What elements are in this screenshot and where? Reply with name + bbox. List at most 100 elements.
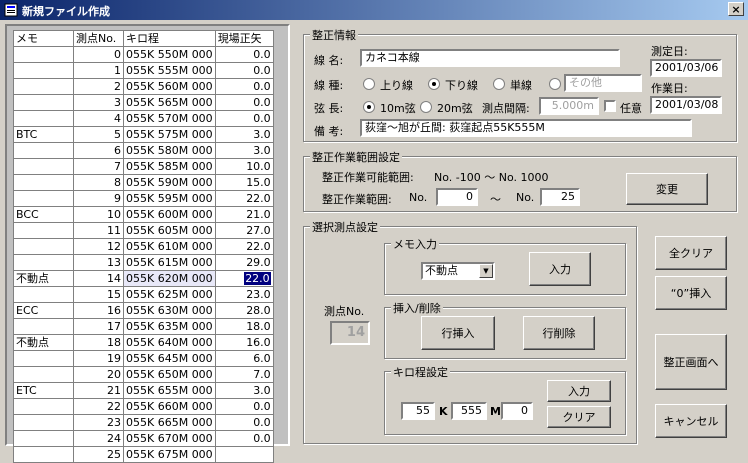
work-date-input[interactable]: 2001/03/08 [650, 96, 722, 114]
table-cell-point-no[interactable]: 15 [73, 286, 124, 303]
table-cell-memo[interactable] [13, 94, 74, 111]
table-row[interactable]: 12 055K 610M 000 22.0 [13, 238, 274, 255]
table-cell-point-no[interactable]: 22 [73, 398, 124, 415]
table-row[interactable]: 不動点 14 055K 620M 000 22.0 [13, 270, 274, 287]
insert-zero-button[interactable]: “0”挿入 [655, 276, 727, 310]
table-cell-versine[interactable]: 10.0 [214, 158, 274, 175]
table-row[interactable]: 23 055K 665M 000 0.0 [13, 414, 274, 431]
table-cell-kilometer[interactable]: 055K 585M 000 [123, 158, 216, 175]
table-row[interactable]: 2 055K 560M 000 0.0 [13, 78, 274, 95]
table-row[interactable]: 13 055K 615M 000 29.0 [13, 254, 274, 271]
table-cell-kilometer[interactable]: 055K 600M 000 [123, 206, 216, 223]
table-cell-memo[interactable]: 不動点 [13, 270, 74, 287]
table-cell-point-no[interactable]: 18 [73, 334, 124, 351]
table-cell-kilometer[interactable]: 055K 655M 000 [123, 382, 216, 399]
to-correction-screen-button[interactable]: 整正画面へ [655, 334, 727, 390]
table-cell-versine[interactable]: 3.0 [214, 382, 274, 399]
table-row[interactable]: 20 055K 650M 000 7.0 [13, 366, 274, 383]
table-cell-kilometer[interactable]: 055K 595M 000 [123, 190, 216, 207]
table-cell-kilometer[interactable]: 055K 560M 000 [123, 78, 216, 95]
table-cell-point-no[interactable]: 9 [73, 190, 124, 207]
table-cell-versine[interactable]: 0.0 [214, 110, 274, 127]
table-cell-kilometer[interactable]: 055K 555M 000 [123, 62, 216, 79]
line-down-radio[interactable] [428, 78, 440, 90]
table-row[interactable]: 19 055K 645M 000 6.0 [13, 350, 274, 367]
table-cell-versine[interactable]: 28.0 [214, 302, 274, 319]
table-cell-versine[interactable]: 22.0 [214, 238, 274, 255]
remark-input[interactable]: 荻窪～旭が丘間: 荻窪起点55K555M [360, 119, 692, 137]
interval-input[interactable]: 5.000m [539, 97, 599, 115]
table-row[interactable]: 6 055K 580M 000 3.0 [13, 142, 274, 159]
chord-20-radio[interactable] [420, 101, 432, 113]
line-up-radio[interactable] [363, 78, 375, 90]
table-cell-versine[interactable]: 7.0 [214, 366, 274, 383]
header-memo[interactable]: メモ [13, 30, 74, 47]
table-cell-point-no[interactable]: 7 [73, 158, 124, 175]
table-row[interactable]: 17 055K 635M 000 18.0 [13, 318, 274, 335]
chord-10-radio[interactable] [363, 101, 375, 113]
line-other-radio[interactable] [549, 78, 561, 90]
cancel-button[interactable]: キャンセル [655, 404, 727, 438]
table-row[interactable]: ETC 21 055K 655M 000 3.0 [13, 382, 274, 399]
table-cell-kilometer[interactable]: 055K 610M 000 [123, 238, 216, 255]
table-cell-point-no[interactable]: 0 [73, 46, 124, 63]
memo-input-button[interactable]: 入力 [529, 252, 591, 286]
table-cell-versine[interactable]: 0.0 [214, 46, 274, 63]
optional-checkbox[interactable] [604, 100, 616, 112]
table-row[interactable]: 22 055K 660M 000 0.0 [13, 398, 274, 415]
table-cell-versine[interactable]: 18.0 [214, 318, 274, 335]
table-cell-kilometer[interactable]: 055K 615M 000 [123, 254, 216, 271]
table-cell-memo[interactable] [13, 318, 74, 335]
table-cell-kilometer[interactable]: 055K 665M 000 [123, 414, 216, 431]
table-cell-kilometer[interactable]: 055K 570M 000 [123, 110, 216, 127]
memo-select[interactable]: 不動点 ▼ [421, 262, 495, 280]
table-row[interactable]: BTC 5 055K 575M 000 3.0 [13, 126, 274, 143]
table-cell-memo[interactable] [13, 62, 74, 79]
table-cell-versine[interactable]: 3.0 [214, 126, 274, 143]
line-name-input[interactable]: カネコ本線 [360, 49, 620, 67]
table-cell-kilometer[interactable]: 055K 605M 000 [123, 222, 216, 239]
table-cell-versine[interactable]: 29.0 [214, 254, 274, 271]
table-cell-point-no[interactable]: 1 [73, 62, 124, 79]
km-k-input[interactable]: 55 [401, 402, 435, 420]
table-row[interactable]: ECC 16 055K 630M 000 28.0 [13, 302, 274, 319]
table-cell-point-no[interactable]: 3 [73, 94, 124, 111]
table-cell-versine[interactable]: 22.0 [214, 270, 274, 287]
table-cell-memo[interactable] [13, 286, 74, 303]
table-row[interactable]: 4 055K 570M 000 0.0 [13, 110, 274, 127]
table-cell-versine[interactable]: 0.0 [214, 414, 274, 431]
table-cell-point-no[interactable]: 10 [73, 206, 124, 223]
table-cell-memo[interactable] [13, 238, 74, 255]
km-input-button[interactable]: 入力 [547, 380, 611, 402]
table-cell-memo[interactable] [13, 254, 74, 271]
table-cell-kilometer[interactable]: 055K 660M 000 [123, 398, 216, 415]
table-cell-kilometer[interactable]: 055K 565M 000 [123, 94, 216, 111]
table-cell-versine[interactable]: 27.0 [214, 222, 274, 239]
table-cell-point-no[interactable]: 4 [73, 110, 124, 127]
table-cell-kilometer[interactable]: 055K 620M 000 [123, 270, 216, 287]
table-cell-point-no[interactable]: 17 [73, 318, 124, 335]
all-clear-button[interactable]: 全クリア [655, 236, 727, 270]
table-cell-kilometer[interactable]: 055K 630M 000 [123, 302, 216, 319]
table-row[interactable]: 7 055K 585M 000 10.0 [13, 158, 274, 175]
table-cell-versine[interactable]: 16.0 [214, 334, 274, 351]
table-cell-memo[interactable]: BTC [13, 126, 74, 143]
km-mm-input[interactable]: 0 [501, 402, 533, 420]
table-cell-versine[interactable]: 23.0 [214, 286, 274, 303]
table-cell-memo[interactable] [13, 46, 74, 63]
table-cell-memo[interactable] [13, 398, 74, 415]
table-cell-point-no[interactable]: 6 [73, 142, 124, 159]
table-row[interactable]: 11 055K 605M 000 27.0 [13, 222, 274, 239]
table-cell-kilometer[interactable]: 055K 550M 000 [123, 46, 216, 63]
table-cell-kilometer[interactable]: 055K 590M 000 [123, 174, 216, 191]
table-row[interactable]: 15 055K 625M 000 23.0 [13, 286, 274, 303]
table-cell-point-no[interactable]: 19 [73, 350, 124, 367]
line-other-input[interactable]: その他 [564, 74, 642, 92]
table-cell-versine[interactable]: 0.0 [214, 398, 274, 415]
table-row[interactable]: 24 055K 670M 000 0.0 [13, 430, 274, 447]
table-cell-versine[interactable]: 0.0 [214, 78, 274, 95]
table-row[interactable]: BCC 10 055K 600M 000 21.0 [13, 206, 274, 223]
table-cell-memo[interactable]: BCC [13, 206, 74, 223]
change-range-button[interactable]: 変更 [626, 173, 708, 205]
chevron-down-icon[interactable]: ▼ [479, 264, 493, 278]
